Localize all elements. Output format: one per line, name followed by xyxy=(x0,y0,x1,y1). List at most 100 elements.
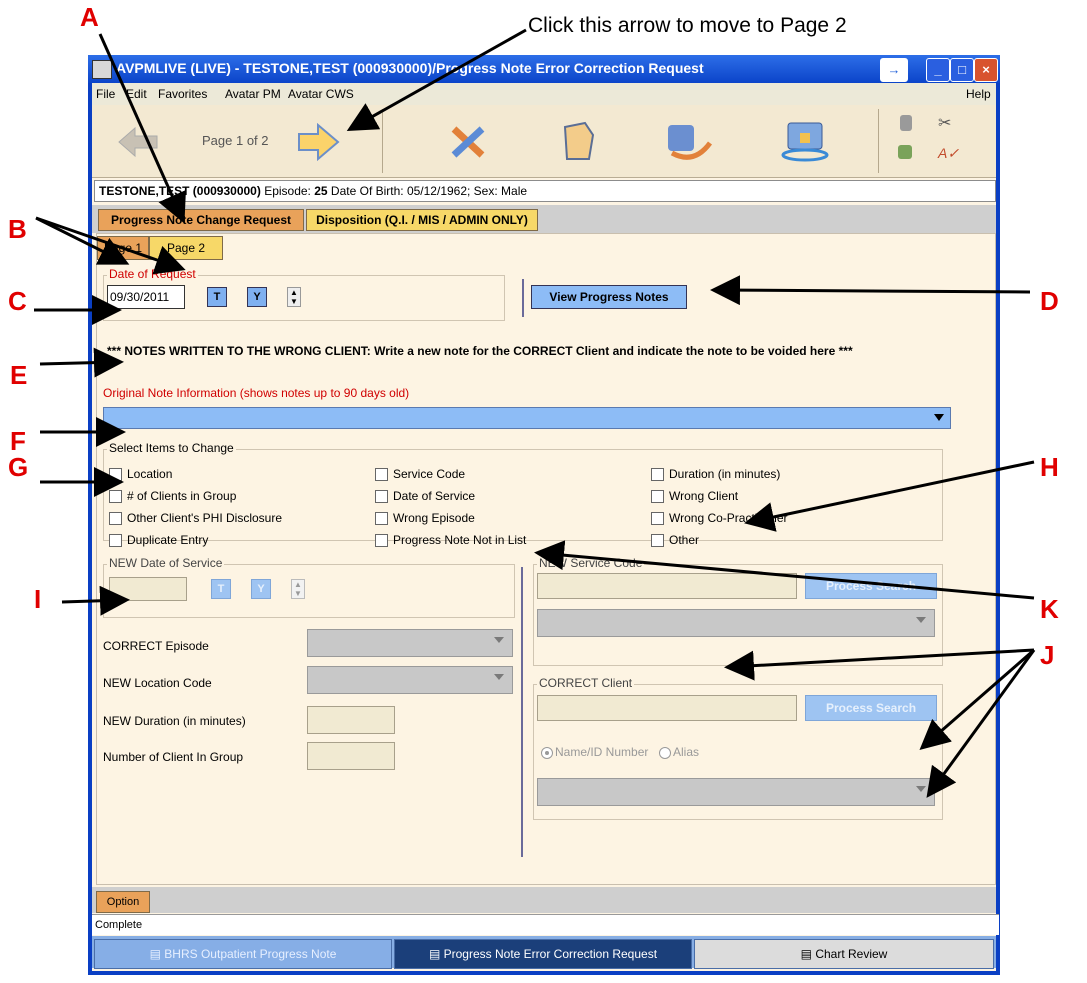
annotation-a: A xyxy=(80,2,99,32)
window-title: AVPMLIVE (LIVE) - TESTONE,TEST (00093000… xyxy=(116,60,704,76)
select-items-label: Select Items to Change xyxy=(107,441,236,455)
lock-monitor-icon[interactable] xyxy=(780,119,830,163)
episode-number: 25 xyxy=(314,184,328,198)
wrong-co-practitioner-checkbox[interactable] xyxy=(651,512,664,525)
annotation-j: J xyxy=(1040,640,1055,670)
location-label: Location xyxy=(127,467,173,481)
window-icon: ▤ xyxy=(149,947,165,961)
correct-client-label: CORRECT Client xyxy=(537,676,635,690)
correct-episode-dropdown[interactable] xyxy=(307,629,513,657)
task-error-correction-request[interactable]: ▤ Progress Note Error Correction Request xyxy=(394,939,692,969)
today-button[interactable]: T xyxy=(207,287,227,307)
window-icon: ▤ xyxy=(800,947,816,961)
new-date-spinner[interactable]: ▲ ▼ xyxy=(291,579,305,599)
phi-disclosure-checkbox[interactable] xyxy=(109,512,122,525)
save-document-icon[interactable] xyxy=(559,121,599,163)
annotation-c: C xyxy=(8,286,27,316)
new-service-code-input[interactable] xyxy=(537,573,797,599)
episode-label: Episode: xyxy=(260,184,315,198)
forward-arrow-icon[interactable]: → xyxy=(880,58,908,82)
number-of-clients-input[interactable] xyxy=(307,742,395,770)
other-label: Other xyxy=(669,533,700,547)
paste-icon[interactable] xyxy=(898,145,912,159)
maximize-button[interactable]: □ xyxy=(950,58,974,82)
spellcheck-icon[interactable]: A✓ xyxy=(938,145,959,162)
client-process-search-button[interactable]: Process Search xyxy=(805,695,937,721)
service-code-process-search-button[interactable]: Process Search xyxy=(805,573,937,599)
date-of-service-label: Date of Service xyxy=(393,489,476,503)
original-note-label: Original Note Information (shows notes u… xyxy=(103,386,410,400)
next-page-arrow-icon[interactable] xyxy=(296,123,340,161)
wrong-client-checkbox[interactable] xyxy=(651,490,664,503)
new-location-dropdown[interactable] xyxy=(307,666,513,694)
title-bar[interactable]: AVPMLIVE (LIVE) - TESTONE,TEST (00093000… xyxy=(88,55,1000,83)
option-tab[interactable]: Option xyxy=(96,891,150,913)
submit-icon[interactable] xyxy=(664,119,714,163)
close-button[interactable]: × xyxy=(974,58,998,82)
cancel-x-icon[interactable] xyxy=(448,123,488,161)
date-of-service-checkbox[interactable] xyxy=(375,490,388,503)
name-id-radio-label: Name/ID Number xyxy=(555,745,649,759)
date-of-request-input[interactable]: 09/30/2011 xyxy=(107,285,185,309)
duration-label: Duration (in minutes) xyxy=(669,467,781,481)
wrong-episode-checkbox[interactable] xyxy=(375,512,388,525)
chevron-down-icon xyxy=(494,674,504,680)
new-duration-input[interactable] xyxy=(307,706,395,734)
clients-in-group-checkbox[interactable] xyxy=(109,490,122,503)
duration-checkbox[interactable] xyxy=(651,468,664,481)
task-chart-review[interactable]: ▤ Chart Review xyxy=(694,939,994,969)
menu-edit[interactable]: Edit xyxy=(126,87,147,101)
new-duration-label: NEW Duration (in minutes) xyxy=(103,714,246,728)
page-indicator: Page 1 of 2 xyxy=(202,133,269,148)
new-date-today-button[interactable]: T xyxy=(211,579,231,599)
number-of-clients-label: Number of Client In Group xyxy=(103,750,244,764)
tab-progress-note-change-request[interactable]: Progress Note Change Request xyxy=(98,209,304,231)
minimize-button[interactable]: _ xyxy=(926,58,950,82)
menu-favorites[interactable]: Favorites xyxy=(158,87,207,101)
alias-radio[interactable] xyxy=(659,747,671,759)
menu-file[interactable]: File xyxy=(96,87,115,101)
not-in-list-checkbox[interactable] xyxy=(375,534,388,547)
location-checkbox[interactable] xyxy=(109,468,122,481)
new-date-yesterday-button[interactable]: Y xyxy=(251,579,271,599)
service-code-label: Service Code xyxy=(393,467,466,481)
annotation-d: D xyxy=(1040,286,1059,316)
correct-episode-label: CORRECT Episode xyxy=(103,639,209,653)
scissors-icon[interactable]: ✂ xyxy=(938,113,951,133)
wrong-client-notice: *** NOTES WRITTEN TO THE WRONG CLIENT: W… xyxy=(107,344,853,358)
duplicate-entry-checkbox[interactable] xyxy=(109,534,122,547)
client-name: TESTONE,TEST (000930000) xyxy=(99,184,261,198)
subtab-page-2[interactable]: Page 2 xyxy=(149,236,223,260)
menu-avatar-cws[interactable]: Avatar CWS xyxy=(288,87,354,101)
chevron-down-icon xyxy=(916,786,926,792)
view-progress-notes-button[interactable]: View Progress Notes xyxy=(531,285,687,309)
copy-icon[interactable] xyxy=(900,115,912,131)
app-icon xyxy=(92,60,112,79)
not-in-list-label: Progress Note Not in List xyxy=(393,533,527,547)
correct-client-dropdown[interactable] xyxy=(537,778,935,806)
menu-avatar-pm[interactable]: Avatar PM xyxy=(225,87,281,101)
phi-disclosure-label: Other Client's PHI Disclosure xyxy=(127,511,283,525)
yesterday-button[interactable]: Y xyxy=(247,287,267,307)
subtab-page-1[interactable]: Page 1 xyxy=(97,236,149,260)
other-checkbox[interactable] xyxy=(651,534,664,547)
new-date-input[interactable] xyxy=(109,577,187,601)
chevron-down-icon xyxy=(494,637,504,643)
chevron-down-icon xyxy=(934,414,944,421)
original-note-dropdown[interactable] xyxy=(103,407,951,429)
correct-client-input[interactable] xyxy=(537,695,797,721)
task-bhrs-progress-note[interactable]: ▤ BHRS Outpatient Progress Note xyxy=(94,939,392,969)
wrong-episode-label: Wrong Episode xyxy=(393,511,475,525)
name-id-radio[interactable] xyxy=(541,747,553,759)
wrong-client-label: Wrong Client xyxy=(669,489,739,503)
tab-disposition[interactable]: Disposition (Q.I. / MIS / ADMIN ONLY) xyxy=(306,209,538,231)
annotation-g: G xyxy=(8,452,29,482)
back-arrow-icon[interactable] xyxy=(117,125,159,159)
new-service-code-dropdown[interactable] xyxy=(537,609,935,637)
form-panel: Page 1 Page 2 Date of Request 09/30/2011… xyxy=(96,233,996,885)
date-spinner[interactable]: ▲ ▼ xyxy=(287,287,301,307)
service-code-checkbox[interactable] xyxy=(375,468,388,481)
task-label: Progress Note Error Correction Request xyxy=(443,947,658,961)
new-location-label: NEW Location Code xyxy=(103,676,212,690)
menu-help[interactable]: Help xyxy=(966,87,991,101)
